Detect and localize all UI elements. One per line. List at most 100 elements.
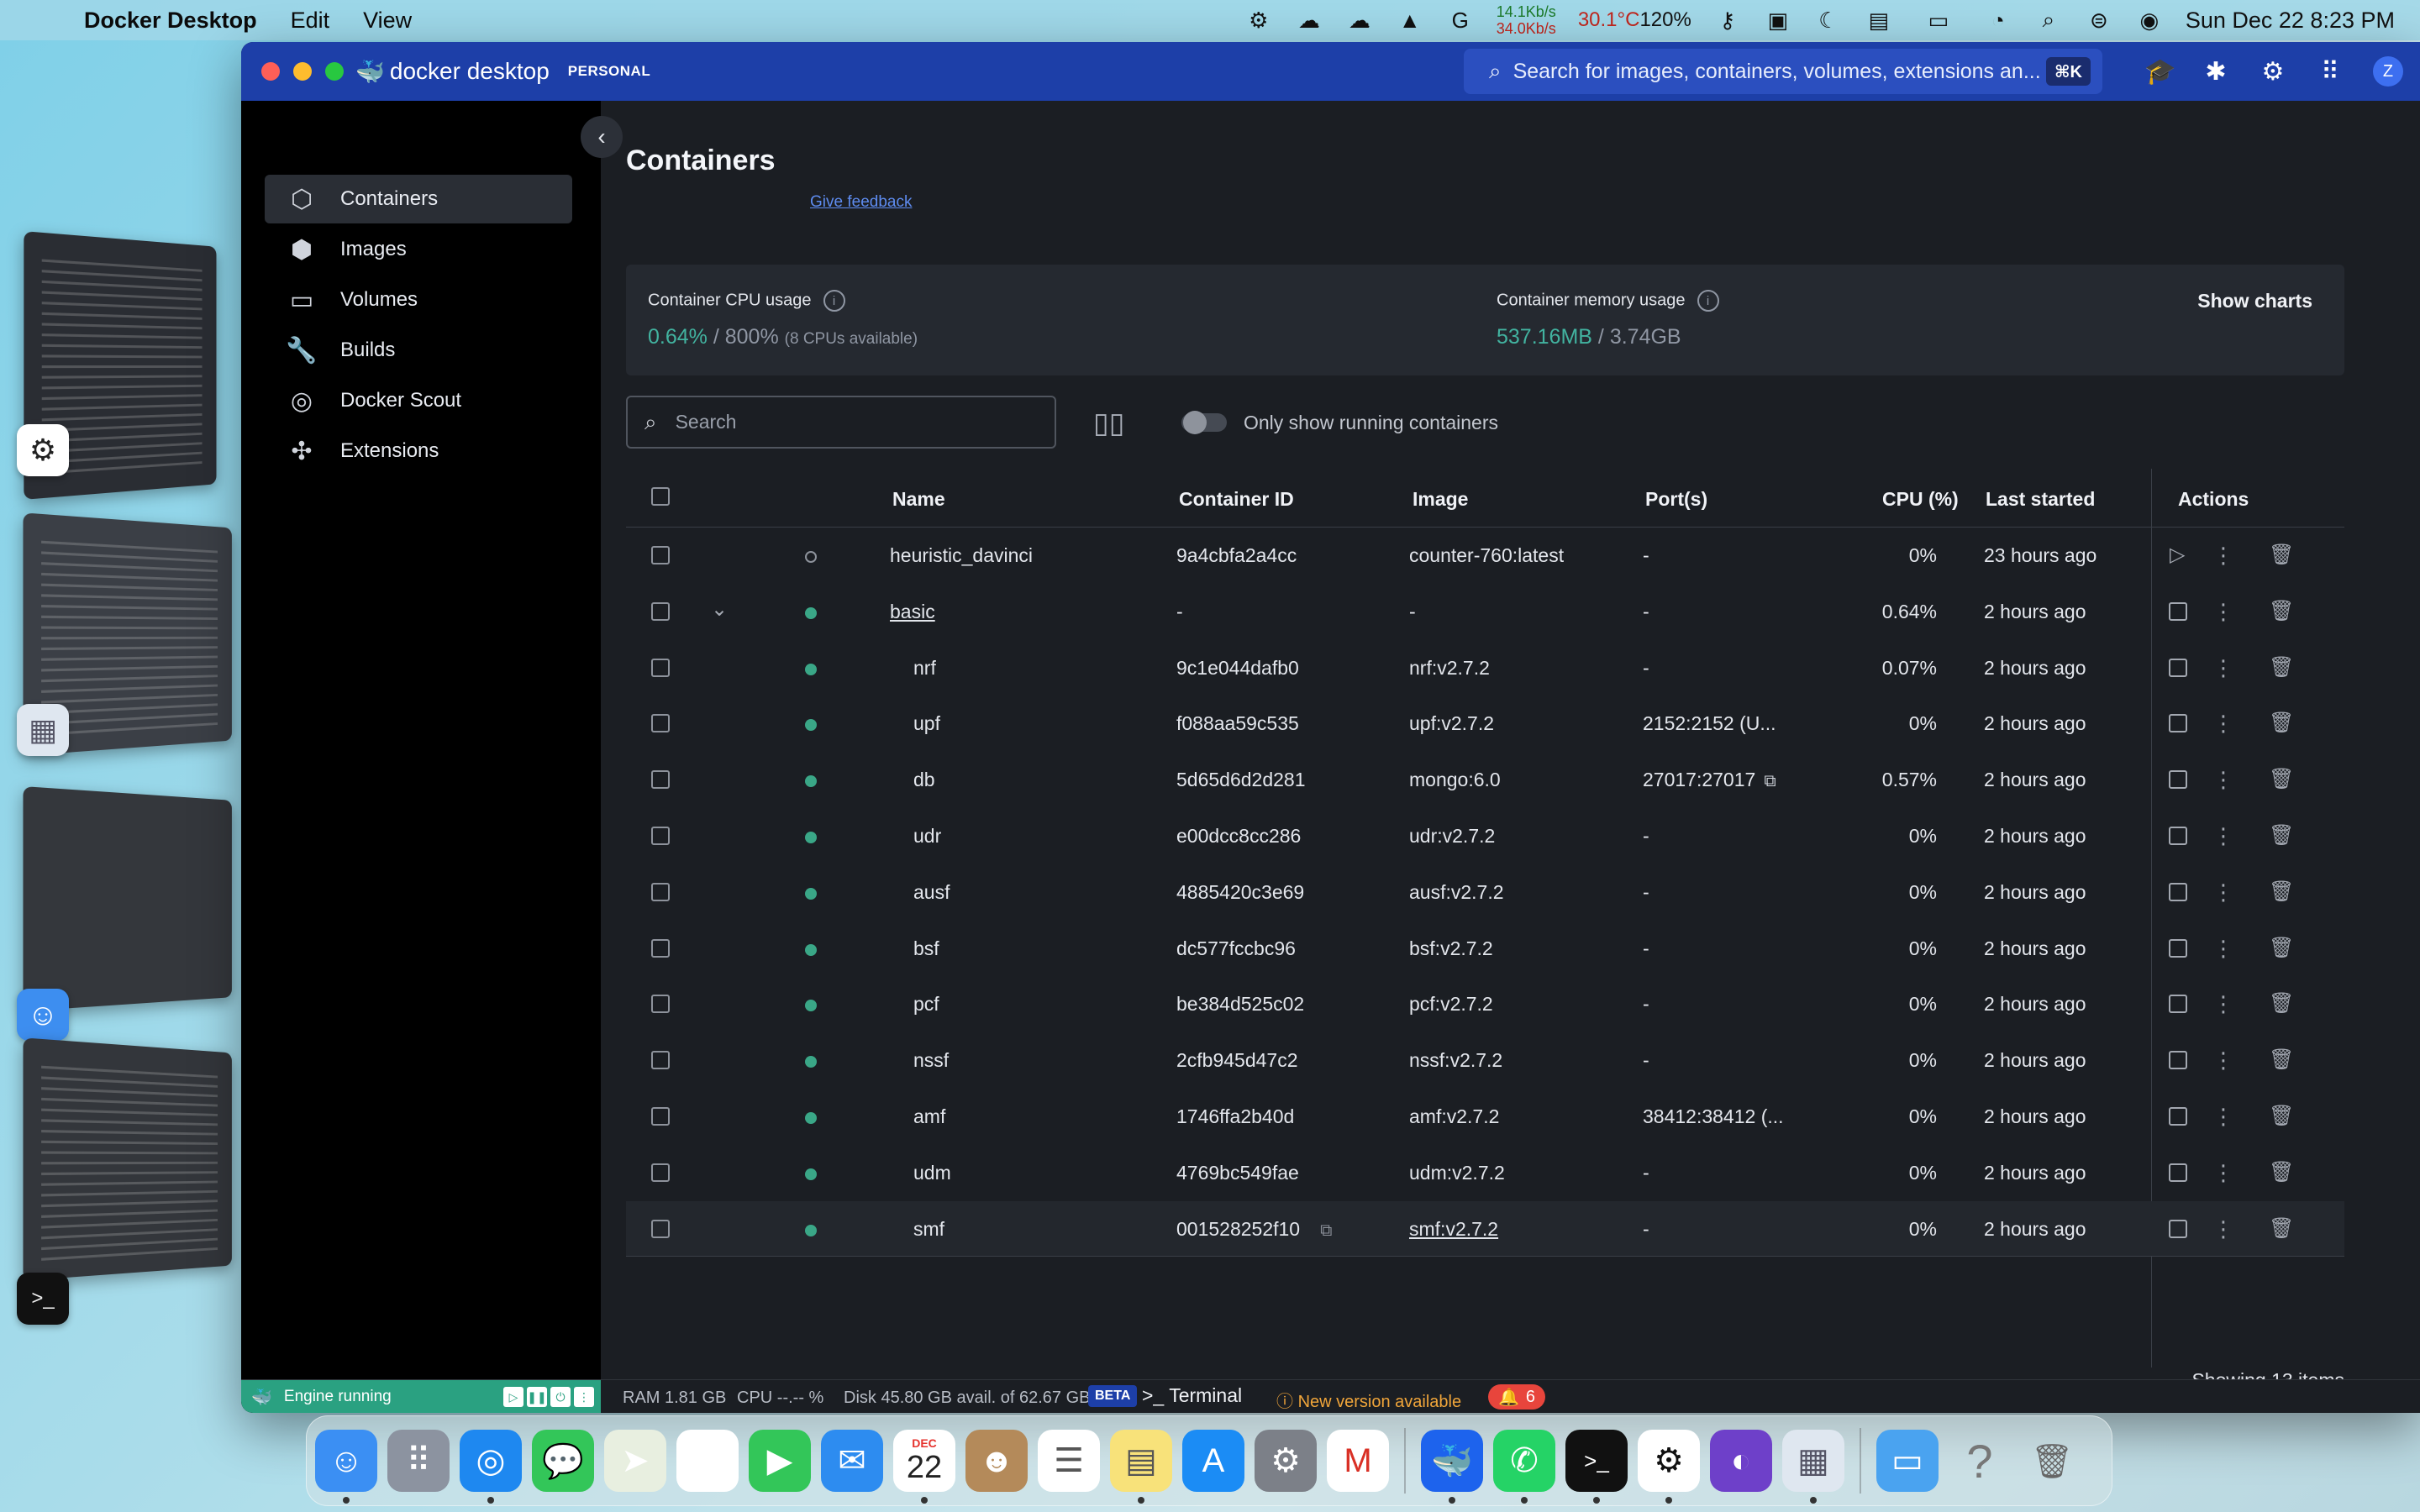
stop-icon[interactable] <box>2169 1163 2187 1182</box>
container-name[interactable]: upf <box>913 712 940 735</box>
network-speed[interactable]: 14.1Kb/s 34.0Kb/s <box>1497 3 1556 37</box>
info-icon[interactable]: i <box>1697 290 1719 312</box>
column-toggle-icon[interactable]: ▯▯ <box>1093 407 1124 440</box>
launchpad-dock-icon[interactable]: ⠿ <box>387 1430 450 1492</box>
display-status-icon[interactable]: ▤ <box>1865 6 1893 34</box>
container-image[interactable]: upf:v2.7.2 <box>1409 712 1494 735</box>
stop-icon[interactable] <box>2169 1106 2187 1126</box>
select-all-checkbox[interactable] <box>651 487 670 506</box>
container-image[interactable]: mongo:6.0 <box>1409 769 1501 791</box>
stop-icon[interactable] <box>2169 1051 2187 1070</box>
messages-dock-icon[interactable]: 💬 <box>532 1430 594 1492</box>
more-vertical-icon[interactable]: ⋮ <box>2212 1047 2234 1074</box>
table-row[interactable]: udr e00dcc8cc286 udr:v2.7.2 - 0% 2 hours ago ⋮… <box>626 808 2344 864</box>
help-dock-icon[interactable]: ? <box>1949 1430 2011 1492</box>
photos-dock-icon[interactable]: ✿ <box>676 1430 739 1492</box>
col-last-started[interactable]: Last started <box>1986 488 2095 511</box>
container-name[interactable]: smf <box>913 1218 944 1241</box>
container-image[interactable]: - <box>1409 601 1416 623</box>
trash-icon[interactable]: 🗑 <box>2269 991 2294 1016</box>
more-vertical-icon[interactable]: ⋮ <box>2212 879 2234 906</box>
container-name[interactable]: pcf <box>913 993 939 1016</box>
container-image[interactable]: smf:v2.7.2 <box>1409 1218 1498 1241</box>
container-name[interactable]: bsf <box>913 937 939 960</box>
trash-icon[interactable]: 🗑 <box>2269 543 2294 567</box>
container-image[interactable]: udr:v2.7.2 <box>1409 825 1495 848</box>
play-icon[interactable]: ▷ <box>2170 543 2185 567</box>
system-settings-dock-icon[interactable]: ⚙ <box>1255 1430 1317 1492</box>
learning-center-icon[interactable]: 🎓 <box>2144 57 2175 87</box>
grammarly-status-icon[interactable]: G <box>1446 6 1475 34</box>
container-name[interactable]: nssf <box>913 1049 949 1072</box>
engine-power-icon[interactable]: ⏻ <box>550 1387 571 1407</box>
sidebar-item-extensions[interactable]: ✣ Extensions <box>265 427 572 475</box>
running-only-toggle[interactable] <box>1181 411 1227 434</box>
trash-icon[interactable]: 🗑 <box>2269 1216 2294 1241</box>
more-vertical-icon[interactable]: ⋮ <box>2212 711 2234 737</box>
container-name[interactable]: ausf <box>913 881 950 904</box>
close-window-button[interactable] <box>261 62 280 81</box>
stage-window-thumb-4[interactable] <box>23 1037 232 1281</box>
terminal-dock-icon[interactable]: >_ <box>1565 1430 1628 1504</box>
col-ports[interactable]: Port(s) <box>1645 488 1707 511</box>
row-checkbox[interactable] <box>651 601 670 621</box>
maps-dock-icon[interactable]: ➤ <box>604 1430 666 1492</box>
settings-gear-icon[interactable]: ⚙ <box>2259 57 2287 87</box>
stop-icon[interactable] <box>2169 995 2187 1014</box>
stop-icon[interactable] <box>2169 1219 2187 1238</box>
container-ports[interactable]: 38412:38412 (... <box>1643 1105 1784 1128</box>
table-row[interactable]: db 5d65d6d2d281 mongo:6.0 27017:27017 ⧉ 0.57%… <box>626 752 2344 808</box>
table-row[interactable]: amf 1746ffa2b40d amf:v2.7.2 38412:38412 (..… <box>626 1089 2344 1145</box>
container-image[interactable]: amf:v2.7.2 <box>1409 1105 1499 1128</box>
table-row[interactable]: nssf 2cfb945d47c2 nssf:v2.7.2 - 0% 2 hours ag… <box>626 1032 2344 1089</box>
trash-icon[interactable]: 🗑 <box>2269 599 2294 623</box>
engine-status[interactable]: 🐳 Engine running ▷ ❚❚ ⏻ ⋮ <box>241 1380 601 1413</box>
external-link-icon[interactable]: ⧉ <box>1764 772 1776 790</box>
trash-icon[interactable]: 🗑 <box>2269 1104 2294 1128</box>
table-row[interactable]: ⌄ basic - - - 0.64% 2 hours ago ⋮ 🗑 <box>626 584 2344 640</box>
row-checkbox[interactable] <box>651 882 670 901</box>
stop-icon[interactable] <box>2169 714 2187 733</box>
container-name[interactable]: heuristic_davinci <box>890 544 1033 567</box>
row-checkbox[interactable] <box>651 658 670 677</box>
container-image[interactable]: nrf:v2.7.2 <box>1409 657 1490 680</box>
app-store-dock-icon[interactable]: A <box>1182 1430 1244 1492</box>
sidebar-item-docker-scout[interactable]: ◎ Docker Scout <box>265 376 572 425</box>
menubar-app-name[interactable]: Docker Desktop <box>84 8 257 34</box>
finder-app-icon[interactable]: ☺ <box>17 989 69 1041</box>
more-vertical-icon[interactable]: ⋮ <box>2212 1104 2234 1130</box>
table-row[interactable]: udm 4769bc549fae udm:v2.7.2 - 0% 2 hours ago ⋮… <box>626 1145 2344 1201</box>
finder-dock-icon[interactable]: ☺ <box>315 1430 377 1504</box>
menubar-clock[interactable]: Sun Dec 22 8:23 PM <box>2186 8 2395 34</box>
row-checkbox[interactable] <box>651 938 670 958</box>
info-icon[interactable]: i <box>823 290 845 312</box>
row-checkbox[interactable] <box>651 770 670 790</box>
table-row[interactable]: smf 001528252f10 ⧉ smf:v2.7.2 - 0% 2 hours ago… <box>626 1200 2344 1257</box>
container-image[interactable]: udm:v2.7.2 <box>1409 1162 1505 1184</box>
sidebar-item-builds[interactable]: 🔧 Builds <box>265 326 572 375</box>
wifi-icon[interactable]: ◔ <box>1984 6 2012 34</box>
container-image[interactable]: nssf:v2.7.2 <box>1409 1049 1502 1072</box>
chatgpt-app-icon[interactable]: ⚙ <box>17 424 69 476</box>
trash-icon[interactable]: 🗑 <box>2269 655 2294 680</box>
docker-dock-icon[interactable]: 🐳 <box>1421 1430 1483 1504</box>
contacts-dock-icon[interactable]: ☻ <box>965 1430 1028 1492</box>
zoom-window-button[interactable] <box>325 62 344 81</box>
drive-status-icon[interactable]: ▲ <box>1396 6 1424 34</box>
weather-status-icon[interactable]: ☁ <box>1295 6 1323 34</box>
more-vertical-icon[interactable]: ⋮ <box>2212 823 2234 849</box>
key-status-icon[interactable]: ⚷ <box>1713 6 1742 34</box>
stop-icon[interactable] <box>2169 658 2187 677</box>
trash-icon[interactable]: 🗑 <box>2269 1160 2294 1184</box>
notes-dock-icon[interactable]: ▤ <box>1110 1430 1172 1504</box>
engine-pause-icon[interactable]: ❚❚ <box>527 1387 547 1407</box>
table-row[interactable]: nrf 9c1e044dafb0 nrf:v2.7.2 - 0.07% 2 hours a… <box>626 640 2344 696</box>
container-image[interactable]: counter-760:latest <box>1409 544 1564 567</box>
collapse-sidebar-button[interactable]: ‹ <box>581 116 623 158</box>
stage-window-thumb-3[interactable] <box>23 786 232 1011</box>
trash-icon[interactable]: 🗑 <box>2269 823 2294 848</box>
container-name[interactable]: udm <box>913 1162 951 1184</box>
more-vertical-icon[interactable]: ⋮ <box>2212 1216 2234 1242</box>
row-checkbox[interactable] <box>651 826 670 845</box>
container-name[interactable]: nrf <box>913 657 936 680</box>
